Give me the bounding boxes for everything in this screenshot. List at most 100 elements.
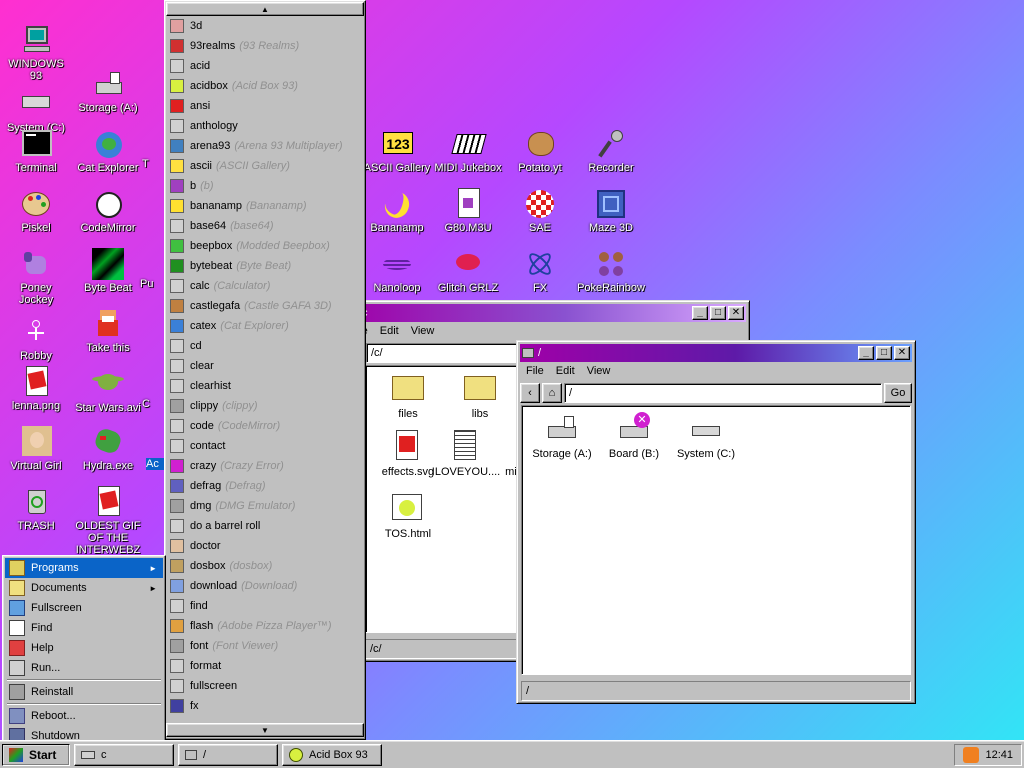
start-button[interactable]: Start bbox=[2, 743, 70, 766]
program-item[interactable]: font (Font Viewer) bbox=[166, 636, 364, 656]
start-menu-reboot[interactable]: Reboot... bbox=[5, 706, 163, 726]
program-item[interactable]: clippy (clippy) bbox=[166, 396, 364, 416]
program-item[interactable]: ansi bbox=[166, 96, 364, 116]
program-item[interactable]: base64 (base64) bbox=[166, 216, 364, 236]
program-item[interactable]: cd bbox=[166, 336, 364, 356]
program-item[interactable]: anthology bbox=[166, 116, 364, 136]
desktop-icon-take-this[interactable]: Take this bbox=[74, 308, 142, 354]
scroll-down-button[interactable]: ▼ bbox=[166, 723, 364, 737]
desktop-icon-robby[interactable]: Robby bbox=[2, 316, 70, 362]
program-item[interactable]: fullscreen bbox=[166, 676, 364, 696]
desktop-icon-cat-explorer[interactable]: Cat Explorer bbox=[74, 128, 142, 174]
desktop-icon-partial-ac[interactable]: Ac bbox=[146, 458, 166, 470]
desktop-icon-g80m3u[interactable]: G80.M3U bbox=[434, 188, 502, 234]
program-item[interactable]: acidbox (Acid Box 93) bbox=[166, 76, 364, 96]
program-item[interactable]: castlegafa (Castle GAFA 3D) bbox=[166, 296, 364, 316]
desktop-icon-partial-c[interactable]: C bbox=[142, 398, 162, 410]
program-item[interactable]: acid bbox=[166, 56, 364, 76]
desktop-icon-bananamp[interactable]: Bananamp bbox=[363, 188, 431, 234]
desktop-icon-terminal[interactable]: Terminal bbox=[2, 128, 70, 174]
menu-view[interactable]: View bbox=[405, 325, 441, 337]
window-c-titlebar[interactable]: c _ □ ✕ bbox=[344, 304, 746, 322]
maximize-button[interactable]: □ bbox=[876, 346, 892, 360]
program-item[interactable]: arena93 (Arena 93 Multiplayer) bbox=[166, 136, 364, 156]
home-icon[interactable]: ⌂ bbox=[542, 383, 562, 403]
desktop-icon-codemirror[interactable]: CodeMirror bbox=[74, 188, 142, 234]
task-c[interactable]: c bbox=[74, 743, 174, 766]
start-menu-programs[interactable]: Programs ► bbox=[5, 558, 163, 578]
program-item[interactable]: b (b) bbox=[166, 176, 364, 196]
start-menu-documents[interactable]: Documents ► bbox=[5, 578, 163, 598]
desktop-icon-byte-beat[interactable]: Byte Beat bbox=[74, 248, 142, 294]
program-item[interactable]: code (CodeMirror) bbox=[166, 416, 364, 436]
program-item[interactable]: fx bbox=[166, 696, 364, 716]
desktop-icon-sae[interactable]: SAE bbox=[506, 188, 574, 234]
desktop-icon-hydra[interactable]: Hydra.exe bbox=[74, 426, 142, 472]
file-item-iloveyou[interactable]: ILOVEYOU.... bbox=[428, 430, 504, 478]
program-item[interactable]: doctor bbox=[166, 536, 364, 556]
desktop-icon-lenna[interactable]: lenna.png bbox=[2, 366, 70, 412]
go-button[interactable]: Go bbox=[884, 383, 912, 403]
start-menu-reinstall[interactable]: Reinstall bbox=[5, 682, 163, 702]
program-item[interactable]: download (Download) bbox=[166, 576, 364, 596]
scroll-up-button[interactable]: ▲ bbox=[166, 2, 364, 16]
program-item[interactable]: ascii (ASCII Gallery) bbox=[166, 156, 364, 176]
desktop-icon-storage[interactable]: Storage (A:) bbox=[74, 68, 142, 114]
menu-edit[interactable]: Edit bbox=[374, 325, 405, 337]
program-item[interactable]: calc (Calculator) bbox=[166, 276, 364, 296]
menu-edit[interactable]: Edit bbox=[550, 365, 581, 377]
menu-file[interactable]: File bbox=[520, 365, 550, 377]
minimize-button[interactable]: _ bbox=[858, 346, 874, 360]
close-button[interactable]: ✕ bbox=[894, 346, 910, 360]
desktop-icon-potato[interactable]: Potato.yt bbox=[506, 128, 574, 174]
desktop-icon-partial-pu[interactable]: Pu bbox=[140, 278, 160, 290]
program-item[interactable]: clear bbox=[166, 356, 364, 376]
file-item-files[interactable]: files bbox=[368, 372, 448, 420]
program-item[interactable]: clearhist bbox=[166, 376, 364, 396]
desktop-icon-star-wars[interactable]: Star Wars.avi bbox=[74, 368, 142, 414]
programs-submenu[interactable]: ▲ 3d 93realms (93 Realms) acid acidbox (Acid … bbox=[164, 0, 366, 740]
program-item[interactable]: 3d bbox=[166, 16, 364, 36]
task-acid-box[interactable]: Acid Box 93 bbox=[282, 743, 382, 766]
program-item[interactable]: bytebeat (Byte Beat) bbox=[166, 256, 364, 276]
desktop-icon-oldest-gif[interactable]: OLDEST GIF OF THE INTERWEBZ bbox=[74, 486, 142, 556]
desktop-icon-partial-tc[interactable]: T bbox=[142, 158, 162, 170]
task-root[interactable]: / bbox=[178, 743, 278, 766]
program-item[interactable]: crazy (Crazy Error) bbox=[166, 456, 364, 476]
program-item[interactable]: dmg (DMG Emulator) bbox=[166, 496, 364, 516]
address-input[interactable]: / bbox=[564, 383, 882, 403]
desktop-icon-trash[interactable]: TRASH bbox=[2, 486, 70, 532]
desktop-icon-virtual-girl[interactable]: Virtual Girl bbox=[2, 426, 70, 472]
desktop-icon-piskel[interactable]: Piskel bbox=[2, 188, 70, 234]
desktop-icon-pokerainbow[interactable]: PokeRainbow bbox=[577, 248, 645, 294]
program-item[interactable]: find bbox=[166, 596, 364, 616]
start-menu[interactable]: Programs ► Documents ► Fullscreen Find H… bbox=[2, 555, 166, 744]
start-menu-run[interactable]: Run... bbox=[5, 658, 163, 678]
program-item[interactable]: flash (Adobe Pizza Player™) bbox=[166, 616, 364, 636]
program-item[interactable]: dosbox (dosbox) bbox=[166, 556, 364, 576]
desktop-icon-nanoloop[interactable]: Nanoloop bbox=[363, 248, 431, 294]
window-root-titlebar[interactable]: / _ □ ✕ bbox=[520, 344, 912, 362]
desktop-icon-fx[interactable]: FX bbox=[506, 248, 574, 294]
close-button[interactable]: ✕ bbox=[728, 306, 744, 320]
menu-view[interactable]: View bbox=[581, 365, 617, 377]
start-menu-find[interactable]: Find bbox=[5, 618, 163, 638]
drive-item-system[interactable]: System (C:) bbox=[666, 412, 746, 460]
program-item[interactable]: format bbox=[166, 656, 364, 676]
maximize-button[interactable]: □ bbox=[710, 306, 726, 320]
file-item-tos-html[interactable]: TOS.html bbox=[356, 492, 460, 540]
start-menu-fullscreen[interactable]: Fullscreen bbox=[5, 598, 163, 618]
program-item[interactable]: do a barrel roll bbox=[166, 516, 364, 536]
minimize-button[interactable]: _ bbox=[692, 306, 708, 320]
drive-item-board[interactable]: ✕ Board (B:) bbox=[594, 412, 674, 460]
rss-feed-icon[interactable] bbox=[963, 746, 980, 763]
desktop-icon-recorder[interactable]: Recorder bbox=[577, 128, 645, 174]
start-menu-help[interactable]: Help bbox=[5, 638, 163, 658]
program-item[interactable]: 93realms (93 Realms) bbox=[166, 36, 364, 56]
desktop-icon-poney-jockey[interactable]: Poney Jockey bbox=[2, 248, 70, 306]
desktop-icon-glitch[interactable]: Glitch GRLZ bbox=[434, 248, 502, 294]
program-item[interactable]: defrag (Defrag) bbox=[166, 476, 364, 496]
drive-item-storage[interactable]: Storage (A:) bbox=[522, 412, 602, 460]
desktop-icon-windows93[interactable]: WINDOWS 93 bbox=[2, 24, 70, 82]
desktop-icon-ascii-gallery[interactable]: 123 ASCII Gallery bbox=[363, 128, 431, 174]
